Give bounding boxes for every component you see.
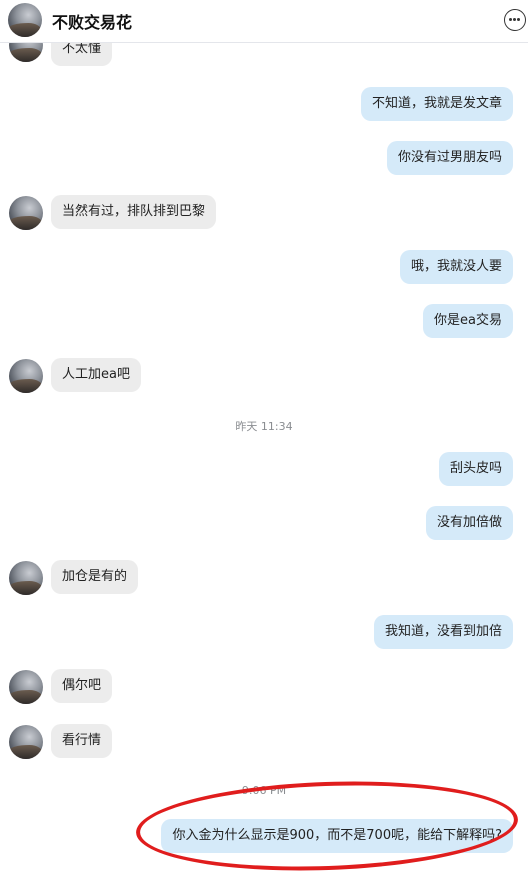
timestamp: 9:06 PM — [241, 784, 287, 797]
message-incoming[interactable]: 人工加ea吧 — [51, 358, 141, 392]
message-outgoing[interactable]: 我知道，没看到加倍 — [373, 615, 513, 649]
avatar[interactable] — [9, 561, 43, 595]
message-outgoing[interactable]: 刮头皮吗 — [438, 452, 513, 486]
chat-header: 不败交易花 — [0, 0, 528, 43]
message-outgoing[interactable]: 你没有过男朋友吗 — [386, 141, 513, 175]
avatar[interactable] — [9, 725, 43, 759]
message-incoming[interactable]: 偶尔吧 — [51, 669, 113, 703]
message-incoming[interactable]: 看行情 — [51, 724, 113, 758]
message-outgoing[interactable]: 你是ea交易 — [423, 304, 513, 338]
timestamp: 昨天 11:34 — [235, 420, 293, 433]
message-outgoing[interactable]: 没有加倍做 — [425, 506, 513, 540]
avatar[interactable] — [9, 359, 43, 393]
contact-name[interactable]: 不败交易花 — [52, 9, 132, 33]
message-incoming[interactable]: 加仓是有的 — [51, 560, 139, 594]
avatar[interactable] — [9, 670, 43, 704]
message-outgoing[interactable]: 哦，我就没人要 — [399, 250, 513, 284]
avatar[interactable] — [9, 196, 43, 230]
more-icon[interactable] — [504, 9, 526, 31]
contact-avatar[interactable] — [8, 3, 42, 37]
message-outgoing[interactable]: 不知道，我就是发文章 — [360, 87, 513, 121]
message-outgoing[interactable]: 你入金为什么显示是900，而不是700呢，能给下解释吗? — [161, 819, 513, 853]
message-incoming[interactable]: 当然有过，排队排到巴黎 — [51, 195, 217, 229]
